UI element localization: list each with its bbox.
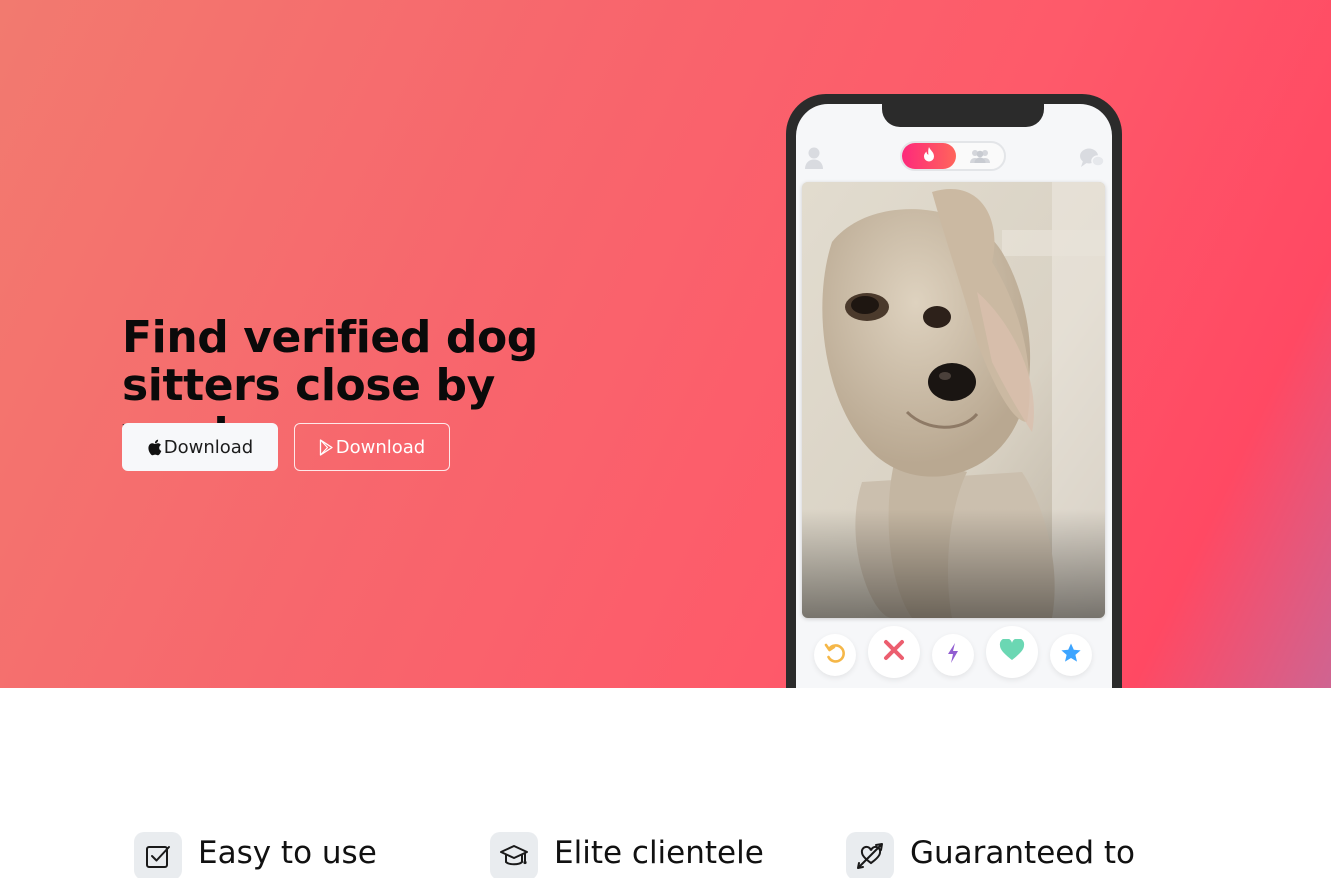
flame-tab[interactable] [902,143,956,169]
play-store-icon [319,438,334,456]
feature-title: Elite clientele [554,835,764,871]
close-icon [882,638,906,666]
app-store-download-label: Download [163,436,254,458]
group-icon[interactable] [968,148,992,168]
app-store-download-button[interactable]: Download [122,423,278,471]
feature-guaranteed: Guaranteed to [846,832,1135,878]
profile-icon[interactable] [804,146,824,174]
rewind-button[interactable] [814,634,856,676]
graduation-cap-icon [490,832,538,878]
bolt-icon [946,642,960,668]
feature-title: Guaranteed to [910,835,1136,871]
star-icon [1060,642,1082,668]
hero-section: Find verified dog sitters close by you! … [0,0,1331,688]
like-button[interactable] [986,626,1038,678]
play-store-download-label: Download [335,436,426,458]
heart-icon [999,638,1025,665]
profile-card[interactable] [802,182,1105,618]
feature-elite-clientele: Elite clientele [490,832,764,878]
phone-screen [796,104,1112,688]
checkbox-icon [134,832,182,878]
feature-easy-to-use: Easy to use [134,832,377,878]
super-like-button[interactable] [1050,634,1092,676]
chat-icon[interactable] [1079,146,1105,174]
feature-title: Easy to use [198,835,377,871]
dog-photo [802,182,1105,618]
phone-notch [882,104,1044,127]
nope-button[interactable] [868,626,920,678]
heart-arrow-icon [846,832,894,878]
apple-icon [147,439,162,456]
flame-icon [922,146,936,167]
play-store-download-button[interactable]: Download [294,423,450,471]
phone-mockup [786,94,1122,688]
mode-toggle[interactable] [900,141,1006,171]
rewind-icon [824,642,846,668]
boost-button[interactable] [932,634,974,676]
